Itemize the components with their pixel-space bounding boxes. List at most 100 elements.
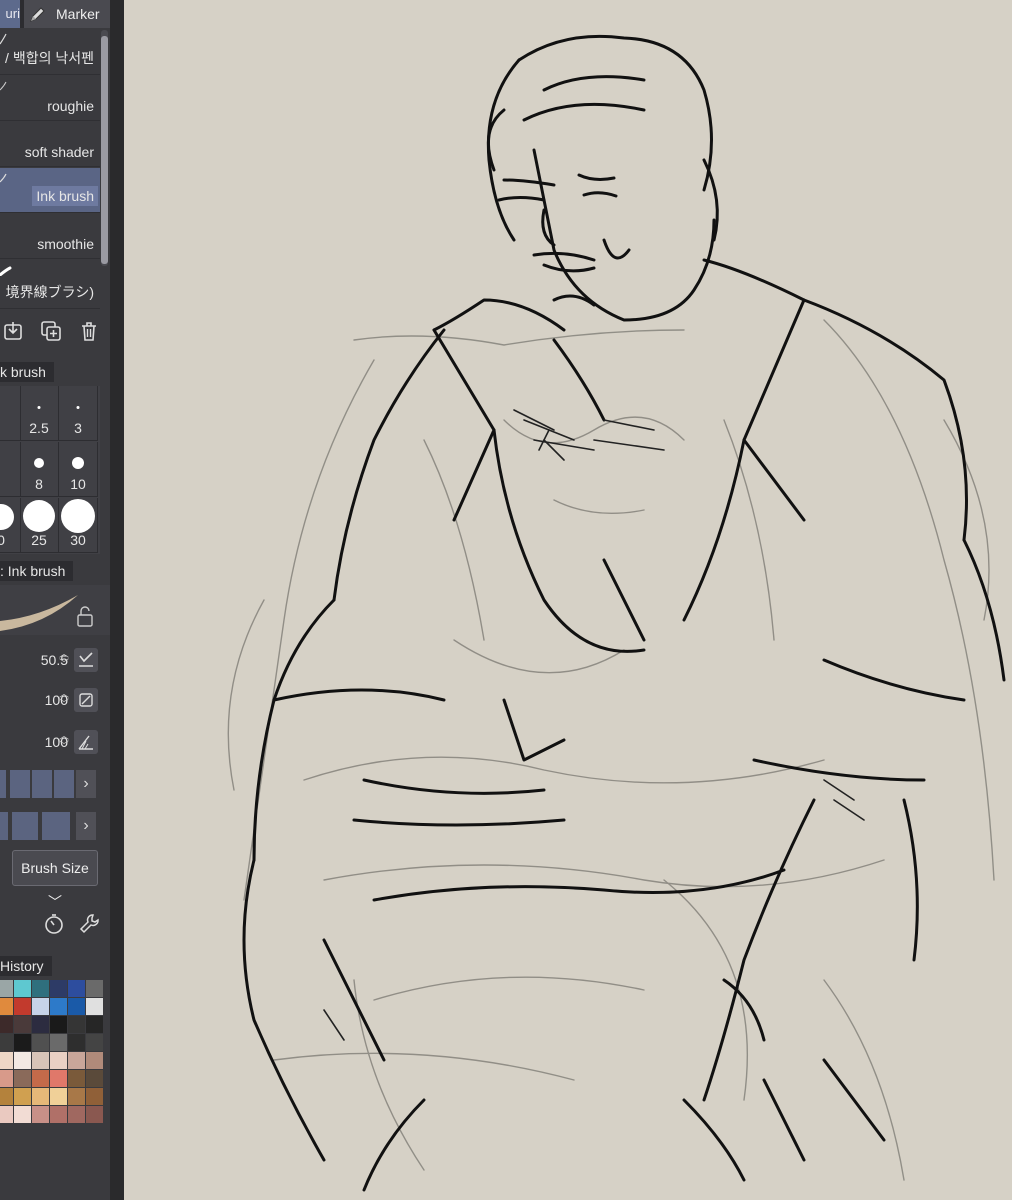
- color-swatch[interactable]: [86, 1034, 103, 1051]
- color-swatch[interactable]: [0, 1052, 13, 1069]
- color-swatch[interactable]: [32, 1088, 49, 1105]
- color-swatch[interactable]: [14, 1052, 31, 1069]
- timer-icon[interactable]: [42, 912, 66, 936]
- color-swatch[interactable]: [68, 998, 85, 1015]
- color-swatch[interactable]: [50, 980, 67, 997]
- color-swatch[interactable]: [32, 1052, 49, 1069]
- color-swatch[interactable]: [68, 1070, 85, 1087]
- brush-size-cell[interactable]: [0, 386, 21, 441]
- color-swatch[interactable]: [14, 1088, 31, 1105]
- property-brush-size[interactable]: 50.5 ︿ ﹀: [0, 640, 110, 680]
- color-swatch[interactable]: [50, 1070, 67, 1087]
- color-swatch[interactable]: [86, 1106, 103, 1123]
- texture-row[interactable]: ›: [0, 812, 110, 842]
- panel-divider[interactable]: [110, 0, 124, 1200]
- color-swatch[interactable]: [86, 1016, 103, 1033]
- color-swatch[interactable]: [14, 980, 31, 997]
- tool-property-tab[interactable]: : Ink brush: [0, 561, 74, 581]
- color-swatch[interactable]: [14, 1106, 31, 1123]
- property-opacity[interactable]: 100 ︿ ﹀: [0, 680, 110, 720]
- color-swatch[interactable]: [86, 1088, 103, 1105]
- color-swatch[interactable]: [68, 980, 85, 997]
- sub-tool-item-boundary-brush[interactable]: 境界線ブラシ): [0, 258, 100, 309]
- brush-size-palette-tab[interactable]: k brush: [0, 362, 54, 382]
- sub-tool-item-lily-scribble-pen[interactable]: / 백합의 낙서펜: [0, 30, 100, 75]
- color-swatch[interactable]: [50, 1052, 67, 1069]
- color-swatch[interactable]: [86, 980, 103, 997]
- tab-partial[interactable]: uri: [0, 0, 20, 28]
- brush-size-cell[interactable]: 30: [59, 498, 98, 553]
- sub-tool-item-ink-brush[interactable]: Ink brush: [0, 168, 100, 213]
- opacity-icon[interactable]: [74, 688, 98, 712]
- level-segment[interactable]: [0, 812, 8, 840]
- chevron-right-icon[interactable]: ›: [76, 812, 96, 840]
- color-swatch[interactable]: [68, 1106, 85, 1123]
- level-segment[interactable]: [12, 812, 38, 840]
- stabilization-row[interactable]: ›: [0, 770, 110, 800]
- color-swatch[interactable]: [32, 1070, 49, 1087]
- tab-marker[interactable]: Marker: [24, 0, 110, 28]
- color-swatch[interactable]: [0, 1070, 13, 1087]
- color-swatch[interactable]: [50, 1106, 67, 1123]
- sub-tool-item-roughie[interactable]: roughie: [0, 76, 100, 121]
- brush-size-cell[interactable]: 0: [0, 498, 21, 553]
- opacity-stepper[interactable]: ︿ ﹀: [58, 690, 70, 712]
- wrench-icon[interactable]: [78, 912, 102, 936]
- brush-size-cell[interactable]: 8: [20, 442, 59, 497]
- color-swatch[interactable]: [68, 1034, 85, 1051]
- import-icon[interactable]: [2, 320, 24, 342]
- trash-icon[interactable]: [78, 320, 100, 342]
- color-swatch[interactable]: [50, 1034, 67, 1051]
- color-swatch[interactable]: [32, 980, 49, 997]
- brush-size-cell[interactable]: [0, 442, 21, 497]
- color-swatch[interactable]: [68, 1052, 85, 1069]
- color-swatch[interactable]: [32, 1106, 49, 1123]
- brush-size-stepper[interactable]: ︿ ﹀: [58, 650, 70, 672]
- color-swatch[interactable]: [50, 998, 67, 1015]
- color-swatch[interactable]: [14, 998, 31, 1015]
- drawing-canvas[interactable]: [124, 0, 1012, 1200]
- property-anti-alias[interactable]: 100 ︿ ﹀: [0, 722, 110, 762]
- brush-size-cell[interactable]: 25: [20, 498, 59, 553]
- color-swatch[interactable]: [0, 980, 13, 997]
- color-swatch[interactable]: [0, 998, 13, 1015]
- color-swatch[interactable]: [68, 1016, 85, 1033]
- brush-stroke-preview: [0, 585, 110, 635]
- sub-tool-item-soft-shader[interactable]: soft shader: [0, 122, 100, 167]
- brush-size-cell[interactable]: 2.5: [20, 386, 59, 441]
- sub-tool-label: / 백합의 낙서펜: [5, 50, 94, 66]
- color-swatch[interactable]: [0, 1106, 13, 1123]
- chevron-right-icon[interactable]: ›: [76, 770, 96, 798]
- level-segment[interactable]: [42, 812, 70, 840]
- color-swatch[interactable]: [86, 998, 103, 1015]
- color-swatch[interactable]: [86, 1052, 103, 1069]
- color-swatch[interactable]: [32, 1034, 49, 1051]
- color-swatch[interactable]: [0, 1034, 13, 1051]
- color-swatch[interactable]: [32, 998, 49, 1015]
- color-swatch[interactable]: [50, 1088, 67, 1105]
- color-swatch[interactable]: [50, 1016, 67, 1033]
- brush-size-cell[interactable]: 3: [59, 386, 98, 441]
- sub-tool-item-smoothie[interactable]: smoothie: [0, 214, 100, 259]
- brush-size-cell[interactable]: 10: [59, 442, 98, 497]
- level-segment[interactable]: [54, 770, 74, 798]
- color-swatch[interactable]: [0, 1088, 13, 1105]
- color-swatch[interactable]: [68, 1088, 85, 1105]
- duplicate-icon[interactable]: [40, 320, 62, 342]
- color-swatch[interactable]: [14, 1070, 31, 1087]
- color-swatch[interactable]: [0, 1016, 13, 1033]
- angle-icon[interactable]: [74, 730, 98, 754]
- color-swatch[interactable]: [14, 1016, 31, 1033]
- history-tab[interactable]: History: [0, 956, 52, 976]
- brush-size-value: 10: [70, 476, 86, 492]
- sub-tool-scroll-thumb[interactable]: [101, 36, 108, 264]
- color-swatch[interactable]: [32, 1016, 49, 1033]
- anti-alias-stepper[interactable]: ︿ ﹀: [58, 732, 70, 754]
- level-segment[interactable]: [0, 770, 6, 798]
- level-segment[interactable]: [10, 770, 30, 798]
- color-swatch[interactable]: [14, 1034, 31, 1051]
- level-segment[interactable]: [32, 770, 52, 798]
- color-swatch[interactable]: [86, 1070, 103, 1087]
- pressure-icon[interactable]: [74, 648, 98, 672]
- brush-size-dropdown[interactable]: Brush Size ﹀: [12, 850, 98, 910]
